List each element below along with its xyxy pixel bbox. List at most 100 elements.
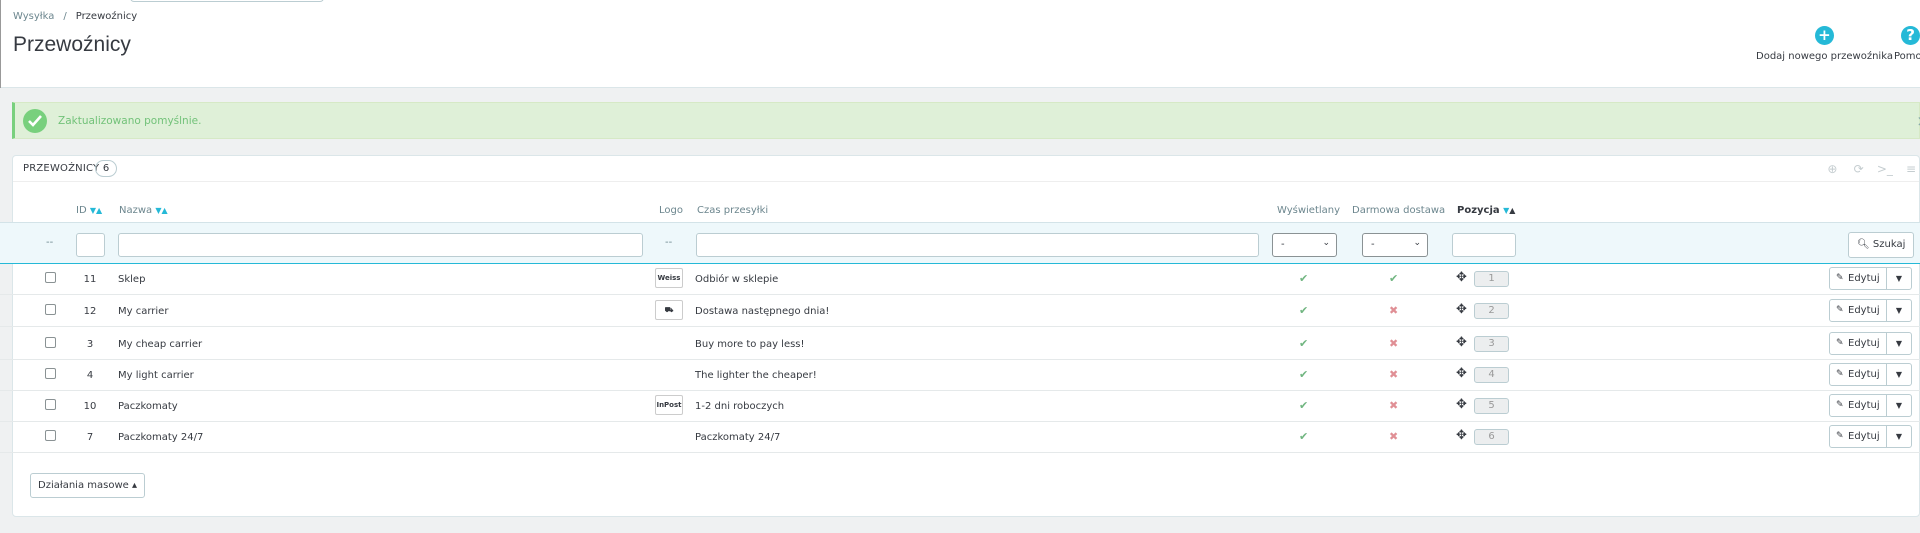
row-checkbox[interactable] bbox=[45, 272, 56, 283]
caret-down-icon[interactable]: ▼ bbox=[1886, 268, 1911, 289]
carrier-delay: The lighter the cheaper! bbox=[695, 370, 817, 381]
drag-handle-icon[interactable]: ✥ bbox=[1456, 428, 1467, 443]
position-value: 4 bbox=[1474, 367, 1509, 383]
column-header-active: Wyświetlany bbox=[1277, 205, 1341, 216]
check-icon[interactable]: ✔ bbox=[1299, 337, 1308, 350]
edit-button[interactable]: ✎ Edytuj ▼ bbox=[1829, 267, 1912, 290]
name-filter-input[interactable] bbox=[118, 233, 643, 257]
table-row[interactable]: 4 My light carrier The lighter the cheap… bbox=[0, 360, 1920, 391]
chevron-down-icon: ⌄ bbox=[1322, 238, 1330, 248]
row-checkbox[interactable] bbox=[45, 337, 56, 348]
position-value: 5 bbox=[1474, 398, 1509, 414]
position-filter-input[interactable] bbox=[1452, 233, 1516, 257]
breadcrumb-separator: / bbox=[63, 11, 67, 22]
active-filter-select[interactable]: - ⌄ bbox=[1272, 233, 1337, 257]
column-header-id[interactable]: ID ▼▲ bbox=[76, 205, 102, 216]
drag-handle-icon[interactable]: ✥ bbox=[1456, 270, 1467, 285]
search-icon: 🔍︎ bbox=[1857, 239, 1870, 250]
active-filter-value: - bbox=[1281, 239, 1285, 250]
edit-label: Edytuj bbox=[1848, 273, 1880, 284]
carrier-id: 3 bbox=[86, 339, 94, 350]
cross-icon[interactable]: ✖ bbox=[1389, 337, 1398, 350]
table-row[interactable]: 7 Paczkomaty 24/7 Paczkomaty 24/7 ✔ ✖ ✥ … bbox=[0, 422, 1920, 453]
delay-filter-input[interactable] bbox=[696, 233, 1259, 257]
check-icon[interactable]: ✔ bbox=[1299, 368, 1308, 381]
refresh-icon[interactable]: ⟳ bbox=[1851, 161, 1867, 177]
cross-icon[interactable]: ✖ bbox=[1389, 399, 1398, 412]
help-button[interactable]: ? Pomoc bbox=[1894, 26, 1920, 62]
count-badge: 6 bbox=[95, 160, 117, 177]
edit-label: Edytuj bbox=[1848, 305, 1880, 316]
check-icon[interactable]: ✔ bbox=[1299, 304, 1308, 317]
carrier-id: 10 bbox=[83, 401, 97, 412]
caret-down-icon[interactable]: ▼ bbox=[1886, 426, 1911, 447]
cross-icon[interactable]: ✖ bbox=[1389, 430, 1398, 443]
bulk-filter-placeholder: -- bbox=[46, 237, 54, 248]
edit-button[interactable]: ✎ Edytuj ▼ bbox=[1829, 425, 1912, 448]
table-row[interactable]: 10 Paczkomaty InPost 1-2 dni roboczych ✔… bbox=[0, 391, 1920, 422]
pencil-icon: ✎ bbox=[1836, 305, 1844, 315]
cross-icon[interactable]: ✖ bbox=[1389, 368, 1398, 381]
row-checkbox[interactable] bbox=[45, 368, 56, 379]
search-label: Szukaj bbox=[1872, 239, 1906, 250]
carrier-id: 11 bbox=[83, 274, 97, 285]
success-alert: Zaktualizowano pomyślnie. × bbox=[12, 102, 1920, 139]
database-icon[interactable]: ≡ bbox=[1903, 161, 1919, 177]
carrier-id: 4 bbox=[86, 370, 94, 381]
add-carrier-button[interactable]: + Dodaj nowego przewoźnika bbox=[1756, 26, 1893, 62]
close-icon[interactable]: × bbox=[1916, 112, 1920, 130]
edit-button[interactable]: ✎ Edytuj ▼ bbox=[1829, 299, 1912, 322]
carrier-delay: 1-2 dni roboczych bbox=[695, 401, 785, 412]
row-checkbox[interactable] bbox=[45, 304, 56, 315]
carrier-name: My carrier bbox=[118, 306, 169, 317]
free-shipping-filter-select[interactable]: - ⌄ bbox=[1362, 233, 1428, 257]
table-row[interactable]: 12 My carrier ⛟ Dostawa następnego dnia!… bbox=[0, 296, 1920, 327]
edit-button[interactable]: ✎ Edytuj ▼ bbox=[1829, 394, 1912, 417]
pencil-icon: ✎ bbox=[1836, 431, 1844, 441]
check-icon[interactable]: ✔ bbox=[1299, 399, 1308, 412]
bulk-actions-button[interactable]: Działania masowe ▴ bbox=[30, 473, 145, 498]
column-name-label: Nazwa bbox=[119, 205, 153, 216]
edit-button[interactable]: ✎ Edytuj ▼ bbox=[1829, 363, 1912, 386]
filter-row: -- -- - ⌄ - ⌄ 🔍︎ Szukaj bbox=[0, 222, 1920, 264]
cross-icon[interactable]: ✖ bbox=[1389, 304, 1398, 317]
chevron-down-icon: ⌄ bbox=[1413, 238, 1421, 248]
add-icon[interactable]: ⊕ bbox=[1824, 161, 1840, 177]
bulk-actions-label: Działania masowe bbox=[38, 480, 129, 491]
caret-down-icon[interactable]: ▼ bbox=[1886, 300, 1911, 321]
sort-asc-icon[interactable]: ▲ bbox=[96, 206, 102, 215]
edit-label: Edytuj bbox=[1848, 400, 1880, 411]
caret-down-icon[interactable]: ▼ bbox=[1886, 333, 1911, 354]
drag-handle-icon[interactable]: ✥ bbox=[1456, 397, 1467, 412]
drag-handle-icon[interactable]: ✥ bbox=[1456, 302, 1467, 317]
carrier-delay: Odbiór w sklepie bbox=[695, 274, 779, 285]
top-search-field-edge[interactable] bbox=[130, 0, 324, 2]
sql-terminal-icon[interactable]: >_ bbox=[1877, 161, 1893, 177]
sort-asc-icon[interactable]: ▲ bbox=[1509, 206, 1515, 215]
id-filter-input[interactable] bbox=[76, 233, 105, 257]
row-checkbox[interactable] bbox=[45, 399, 56, 410]
carrier-name: My light carrier bbox=[118, 370, 194, 381]
table-row[interactable]: 11 Sklep Weiss Odbiór w sklepie ✔ ✔ ✥ 1 … bbox=[0, 264, 1920, 295]
carrier-name: Sklep bbox=[118, 274, 146, 285]
breadcrumb: Wysyłka / Przewoźnicy bbox=[13, 11, 137, 22]
row-checkbox[interactable] bbox=[45, 430, 56, 441]
caret-up-icon: ▴ bbox=[131, 480, 137, 491]
help-label: Pomoc bbox=[1894, 51, 1920, 62]
column-header-name[interactable]: Nazwa ▼▲ bbox=[119, 205, 168, 216]
drag-handle-icon[interactable]: ✥ bbox=[1456, 335, 1467, 350]
table-row[interactable]: 3 My cheap carrier Buy more to pay less!… bbox=[0, 329, 1920, 360]
edit-label: Edytuj bbox=[1848, 431, 1880, 442]
breadcrumb-parent[interactable]: Wysyłka bbox=[13, 11, 54, 22]
check-icon[interactable]: ✔ bbox=[1299, 430, 1308, 443]
caret-down-icon[interactable]: ▼ bbox=[1886, 395, 1911, 416]
check-icon[interactable]: ✔ bbox=[1389, 272, 1398, 285]
caret-down-icon[interactable]: ▼ bbox=[1886, 364, 1911, 385]
sort-asc-icon[interactable]: ▲ bbox=[162, 206, 168, 215]
drag-handle-icon[interactable]: ✥ bbox=[1456, 366, 1467, 381]
column-header-position[interactable]: Pozycja ▼▲ bbox=[1457, 205, 1515, 216]
check-icon[interactable]: ✔ bbox=[1299, 272, 1308, 285]
carrier-id: 7 bbox=[86, 432, 94, 443]
edit-button[interactable]: ✎ Edytuj ▼ bbox=[1829, 332, 1912, 355]
search-button[interactable]: 🔍︎ Szukaj bbox=[1848, 232, 1915, 258]
